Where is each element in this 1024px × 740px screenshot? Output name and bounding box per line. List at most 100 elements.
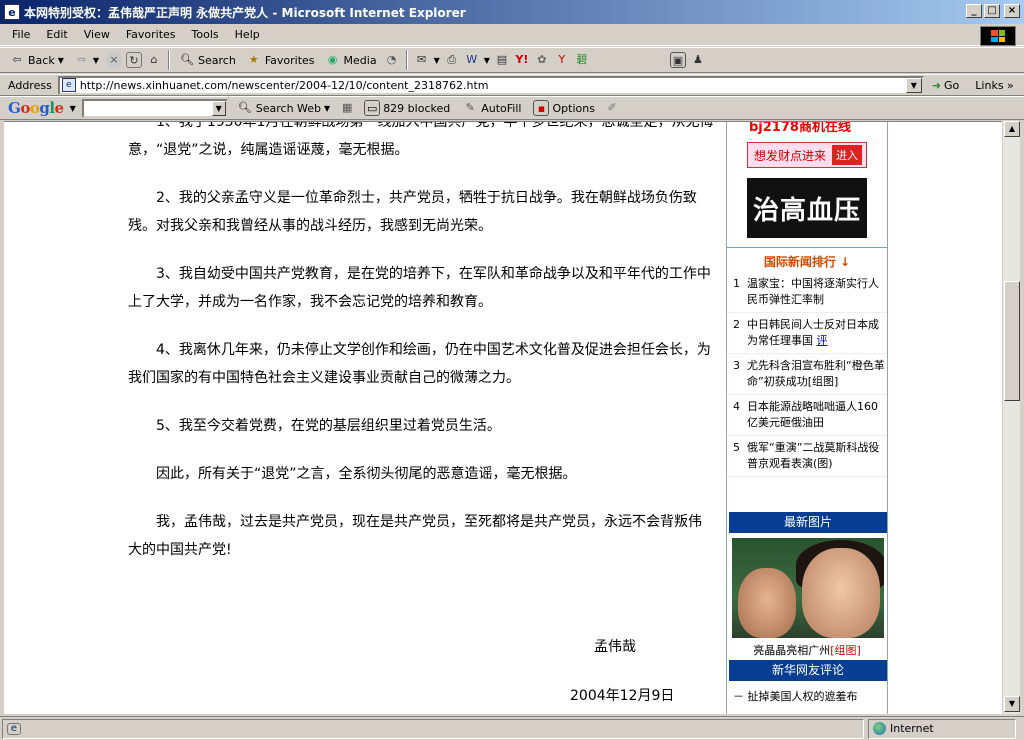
back-arrow-icon: ⇦	[12, 53, 22, 66]
yahoo-mail-icon[interactable]: Y	[554, 52, 570, 68]
rank-link[interactable]: 温家宝：中国将逐渐实行人民币弹性汇率制	[747, 276, 885, 308]
messenger-man-icon[interactable]: ♟	[690, 52, 706, 68]
go-arrow-icon: ➜	[931, 78, 942, 92]
google-menu-dropdown-icon[interactable]: ▼	[70, 104, 76, 113]
google-search-dropdown-icon[interactable]: ▼	[211, 100, 226, 116]
rank-link[interactable]: 中日韩民间人士反对日本成为常任理事国	[747, 318, 879, 347]
back-label: Back	[28, 53, 55, 67]
ad-enter-button[interactable]: 进入	[832, 145, 863, 165]
forward-arrow-icon: ⇨	[77, 53, 87, 66]
rank-number: 3	[733, 359, 740, 372]
ad-blood-pressure-banner[interactable]: 治高血压	[747, 178, 867, 238]
forward-dropdown-icon[interactable]: ▼	[93, 56, 99, 65]
back-button[interactable]: ⇦ Back ▼	[6, 49, 67, 71]
maximize-button[interactable]: □	[984, 4, 1000, 18]
google-search-input[interactable]: ▼	[81, 98, 228, 118]
address-bar: Address e http://news.xinhuanet.com/news…	[0, 74, 1024, 96]
home-icon[interactable]: ⌂	[146, 52, 162, 68]
ad-money-banner[interactable]: 想发财点进来 进入	[747, 142, 867, 168]
media-label: Media	[343, 53, 377, 67]
menu-file[interactable]: File	[0, 28, 38, 41]
print-icon[interactable]: ⎙	[444, 52, 460, 68]
signature-name: 孟伟哉	[594, 639, 636, 655]
vertical-scrollbar[interactable]: ▲ ▼	[1002, 121, 1020, 714]
mail-dropdown-icon[interactable]: ▼	[434, 56, 440, 65]
article-paragraph-5: 5、我至今交着党费，在党的基层组织里过着党员生活。	[156, 418, 501, 434]
refresh-icon[interactable]: ↻	[126, 52, 143, 68]
media-button[interactable]: ◉ Media	[322, 49, 380, 71]
options-button[interactable]: ▪ Options	[530, 97, 597, 119]
address-dropdown-icon[interactable]: ▼	[905, 77, 922, 93]
article-paragraph-7: 我，孟伟哉，过去是共产党员，现在是共产党员，至死都将是共产党员，永远不会背叛伟大…	[128, 514, 702, 558]
google-toolbar: Google ▼ ▼ 🔍︎ Search Web ▼ ▦ ▭ 829 block…	[0, 96, 1024, 120]
page-done-icon: e	[7, 722, 21, 735]
menu-help[interactable]: Help	[227, 28, 268, 41]
photo-caption-text[interactable]: 亮晶晶亮相广州	[753, 644, 830, 657]
article-paragraph-2: 2、我的父亲孟守义是一位革命烈士，共产党员，牺牲于抗日战争。我在朝鲜战场负伤致残…	[128, 190, 697, 234]
discuss-icon[interactable]: ▤	[494, 52, 510, 68]
ie-icon: e	[4, 4, 20, 20]
article-body: 1、我于1950年1月在朝鲜战场第一线加入中国共产党，半个多世纪来，忠诚坚定，从…	[128, 122, 714, 584]
popup-blocker-button[interactable]: ▭ 829 blocked	[361, 97, 453, 119]
standard-toolbar: ⇦ Back ▼ ⇨ ▼ × ↻ ⌂ 🔍︎ Search ★ Favorites…	[0, 47, 1024, 73]
window-title: 本网特别受权：孟伟哉严正声明 永做共产党人 - Microsoft Intern…	[24, 5, 466, 20]
search-web-button[interactable]: 🔍︎ Search Web ▼	[234, 97, 333, 119]
links-button[interactable]: Links »	[975, 79, 1014, 92]
list-item[interactable]: 2 中日韩民间人士反对日本成为常任理事国 评	[727, 313, 887, 354]
address-url: http://news.xinhuanet.com/newscenter/200…	[79, 78, 489, 92]
google-logo[interactable]: Google	[8, 99, 64, 117]
minimize-button[interactable]: _	[966, 4, 982, 18]
address-input[interactable]: e http://news.xinhuanet.com/newscenter/2…	[57, 75, 924, 95]
news-icon[interactable]: ▦	[339, 100, 355, 116]
media-icon: ◉	[327, 53, 338, 66]
rank-link[interactable]: 俄军“重演”二战莫斯科战役 普京观看表演(图)	[747, 440, 885, 472]
list-item[interactable]: 1 温家宝：中国将逐渐实行人民币弹性汇率制	[727, 272, 887, 313]
highlight-pen-icon[interactable]: ✐	[604, 100, 620, 116]
scroll-up-button[interactable]: ▲	[1004, 121, 1020, 137]
rank-link[interactable]: 尤先科含泪宣布胜利“橙色革命”初获成功[组图]	[747, 358, 885, 390]
comment-item[interactable]: － 扯掉美国人权的遮羞布	[733, 688, 858, 704]
photo-caption-link[interactable]: [组图]	[830, 644, 861, 657]
comments-header[interactable]: 新华网友评论	[729, 660, 887, 681]
options-label: Options	[552, 101, 595, 115]
green-tool-icon[interactable]: 碧	[574, 52, 590, 68]
list-item[interactable]: 3 尤先科含泪宣布胜利“橙色革命”初获成功[组图]	[727, 354, 887, 395]
window-controls: _ □ ×	[966, 4, 1020, 18]
toolbar-separator	[168, 50, 171, 70]
history-icon[interactable]: ◔	[384, 52, 400, 68]
latest-photos-header[interactable]: 最新图片	[729, 512, 887, 533]
go-button[interactable]: ➜ Go	[932, 79, 959, 92]
close-button[interactable]: ×	[1004, 4, 1020, 18]
rank-number: 1	[733, 277, 740, 290]
photo-caption[interactable]: 亮晶晶亮相广州[组图]	[727, 642, 887, 658]
back-dropdown-icon[interactable]: ▼	[58, 56, 64, 65]
ad-top-banner[interactable]: bj2178商机在线	[749, 122, 869, 136]
scroll-down-button[interactable]: ▼	[1004, 696, 1020, 712]
menu-favorites[interactable]: Favorites	[118, 28, 184, 41]
stop-icon[interactable]: ×	[106, 52, 123, 68]
list-item[interactable]: 5 俄军“重演”二战莫斯科战役 普京观看表演(图)	[727, 436, 887, 477]
comment-link[interactable]: 评	[817, 334, 828, 347]
zone-label: Internet	[890, 722, 934, 735]
search-web-dropdown-icon[interactable]: ▼	[324, 104, 330, 113]
menu-view[interactable]: View	[76, 28, 118, 41]
forward-button[interactable]: ⇨ ▼	[71, 49, 102, 71]
menu-tools[interactable]: Tools	[184, 28, 227, 41]
mail-icon[interactable]: ✉	[414, 52, 430, 68]
popup-blocker-icon: ▭	[364, 100, 381, 116]
edit-dropdown-icon[interactable]: ▼	[484, 56, 490, 65]
autofill-button[interactable]: ✎ AutoFill	[459, 97, 524, 119]
edit-word-icon[interactable]: W	[464, 52, 480, 68]
yahoo-icon[interactable]: Y!	[514, 52, 530, 68]
news-photo[interactable]	[732, 538, 884, 638]
list-item[interactable]: 4 日本能源战略咄咄逼人160亿美元砸俄油田	[727, 395, 887, 436]
research-icon[interactable]: ▣	[669, 52, 686, 68]
rank-link[interactable]: 日本能源战略咄咄逼人160亿美元砸俄油田	[747, 399, 885, 431]
rank-number: 2	[733, 318, 740, 331]
menu-edit[interactable]: Edit	[38, 28, 75, 41]
messenger-icon[interactable]: ✿	[534, 52, 550, 68]
search-button[interactable]: 🔍︎ Search	[176, 49, 239, 71]
favorites-button[interactable]: ★ Favorites	[243, 49, 318, 71]
article-paragraph-1: 1、我于1950年1月在朝鲜战场第一线加入中国共产党，半个多世纪来，忠诚坚定，从…	[128, 121, 714, 158]
scroll-thumb[interactable]	[1004, 281, 1020, 401]
